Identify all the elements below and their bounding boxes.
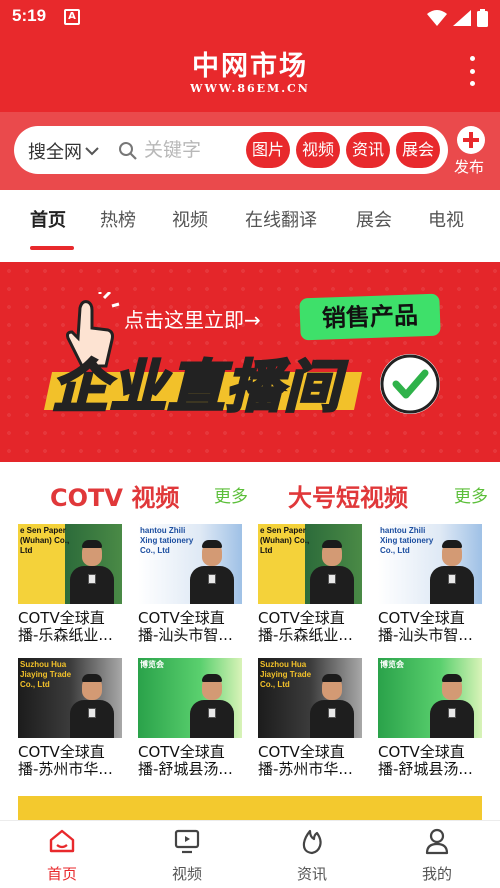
video-thumbnail[interactable]: e Sen Paper (Wuhan) Co., Ltd bbox=[18, 524, 122, 604]
publish-label: 发布 bbox=[453, 158, 484, 176]
search-row: 搜全网 图片 视频 资讯 展会 发布 bbox=[0, 112, 500, 190]
signal-icon bbox=[453, 10, 471, 26]
status-time: 5:19 bbox=[12, 6, 47, 25]
plus-icon bbox=[457, 126, 485, 154]
wifi-icon bbox=[427, 10, 447, 26]
video-title: COTV全球直播-汕头市智... bbox=[138, 610, 233, 644]
tab-translate[interactable]: 在线翻译 bbox=[245, 206, 317, 232]
video-card[interactable]: e Sen Paper (Wuhan) Co., Ltd COTV全球直播-乐森纸… bbox=[258, 524, 362, 644]
notification-icon: A bbox=[64, 9, 80, 25]
nav-video[interactable]: 视频 bbox=[152, 827, 222, 884]
thumbnail-caption: 博览会 bbox=[140, 660, 164, 669]
video-card[interactable]: e Sen Paper (Wuhan) Co., Ltd COTV全球直播-乐森纸… bbox=[18, 524, 122, 644]
video-thumbnail[interactable]: Suzhou Hua Jiaying Trade Co., Ltd bbox=[18, 658, 122, 738]
search-scope-dropdown[interactable]: 搜全网 bbox=[28, 138, 100, 164]
active-tab-indicator bbox=[30, 246, 74, 250]
nav-video-label: 视频 bbox=[171, 865, 202, 883]
video-title: COTV全球直播-舒城县汤... bbox=[378, 744, 473, 778]
nav-profile-label: 我的 bbox=[421, 865, 452, 883]
search-icon[interactable] bbox=[118, 141, 138, 161]
video-thumbnail[interactable]: Suzhou Hua Jiaying Trade Co., Ltd bbox=[258, 658, 362, 738]
video-card[interactable]: hantou Zhili Xing tationery Co., Ltd COTV… bbox=[378, 524, 482, 644]
presenter-figure bbox=[70, 540, 114, 604]
app-header: 中网市场 WWW.86EM.CN bbox=[0, 36, 500, 112]
presenter-figure bbox=[190, 674, 234, 738]
video-title: COTV全球直播-苏州市华... bbox=[18, 744, 113, 778]
nav-profile[interactable]: 我的 bbox=[402, 827, 472, 884]
brand-title: 中网市场 bbox=[192, 51, 308, 82]
video-card[interactable]: 博览会 COTV全球直播-舒城县汤... bbox=[378, 658, 482, 778]
tab-hot[interactable]: 热榜 bbox=[100, 206, 136, 232]
video-thumbnail[interactable]: hantou Zhili Xing tationery Co., Ltd bbox=[378, 524, 482, 604]
presenter-figure bbox=[190, 540, 234, 604]
thumbnail-caption: 博览会 bbox=[380, 660, 404, 669]
tab-home[interactable]: 首页 bbox=[30, 206, 66, 232]
section-more-cotv[interactable]: 更多 bbox=[214, 482, 248, 507]
section-title-cotv: COTV 视频 bbox=[50, 484, 180, 512]
presenter-figure bbox=[70, 674, 114, 738]
promo-banner[interactable]: 点击这里立即→ 销售产品 企业直播间 bbox=[0, 262, 500, 462]
nav-home-label: 首页 bbox=[46, 865, 77, 883]
banner-headline: 企业直播间 bbox=[51, 354, 342, 422]
video-card[interactable]: Suzhou Hua Jiaying Trade Co., Ltd COTV全球直… bbox=[18, 658, 122, 778]
presenter-figure bbox=[430, 674, 474, 738]
presenter-figure bbox=[310, 540, 354, 604]
nav-news[interactable]: 资讯 bbox=[277, 827, 347, 884]
banner-cta: 点击这里立即→ bbox=[124, 308, 261, 332]
search-box: 搜全网 图片 视频 资讯 展会 bbox=[14, 126, 448, 174]
section-title-short-video: 大号短视频 bbox=[288, 484, 408, 512]
video-card[interactable]: hantou Zhili Xing tationery Co., Ltd COTV… bbox=[138, 524, 242, 644]
video-thumbnail[interactable]: hantou Zhili Xing tationery Co., Ltd bbox=[138, 524, 242, 604]
tab-expo[interactable]: 展会 bbox=[356, 206, 392, 232]
video-title: COTV全球直播-苏州市华... bbox=[258, 744, 353, 778]
tab-video[interactable]: 视频 bbox=[172, 206, 208, 232]
publish-button[interactable]: 发布 bbox=[454, 126, 488, 177]
next-banner-peek[interactable] bbox=[18, 796, 482, 820]
section-more-short-video[interactable]: 更多 bbox=[454, 482, 488, 507]
nav-home[interactable]: 首页 bbox=[27, 827, 97, 884]
video-title: COTV全球直播-乐森纸业... bbox=[18, 610, 113, 644]
tab-tv[interactable]: 电视 bbox=[428, 206, 464, 232]
category-tabs: 首页 热榜 视频 在线翻译 展会 电视 bbox=[0, 190, 500, 252]
chevron-down-icon bbox=[85, 147, 99, 156]
video-thumbnail[interactable]: e Sen Paper (Wuhan) Co., Ltd bbox=[258, 524, 362, 604]
video-thumbnail[interactable]: 博览会 bbox=[378, 658, 482, 738]
chip-videos[interactable]: 视频 bbox=[296, 132, 341, 168]
status-bar: 5:19 A bbox=[0, 0, 500, 36]
video-card[interactable]: Suzhou Hua Jiaying Trade Co., Ltd COTV全球直… bbox=[258, 658, 362, 778]
video-icon bbox=[174, 829, 200, 854]
banner-badge: 销售产品 bbox=[299, 293, 441, 341]
news-fire-icon bbox=[302, 829, 322, 855]
brand-subtitle: WWW.86EM.CN bbox=[190, 82, 310, 95]
presenter-figure bbox=[430, 540, 474, 604]
video-thumbnail[interactable]: 博览会 bbox=[138, 658, 242, 738]
video-title: COTV全球直播-舒城县汤... bbox=[138, 744, 233, 778]
check-icon bbox=[380, 354, 440, 414]
profile-icon bbox=[425, 828, 449, 855]
nav-news-label: 资讯 bbox=[296, 865, 327, 883]
bottom-navigation: 首页 视频 资讯 我的 bbox=[0, 820, 500, 888]
chip-news[interactable]: 资讯 bbox=[346, 132, 391, 168]
system-icons bbox=[427, 8, 488, 28]
video-title: COTV全球直播-汕头市智... bbox=[378, 610, 473, 644]
video-card[interactable]: 博览会 COTV全球直播-舒城县汤... bbox=[138, 658, 242, 778]
search-scope-label: 搜全网 bbox=[28, 142, 82, 163]
more-options-button[interactable] bbox=[464, 56, 480, 86]
chip-expos[interactable]: 展会 bbox=[396, 132, 441, 168]
home-icon bbox=[49, 829, 75, 853]
video-title: COTV全球直播-乐森纸业... bbox=[258, 610, 353, 644]
presenter-figure bbox=[310, 674, 354, 738]
battery-icon bbox=[477, 9, 488, 27]
search-input[interactable] bbox=[144, 135, 254, 165]
chip-images[interactable]: 图片 bbox=[246, 132, 291, 168]
